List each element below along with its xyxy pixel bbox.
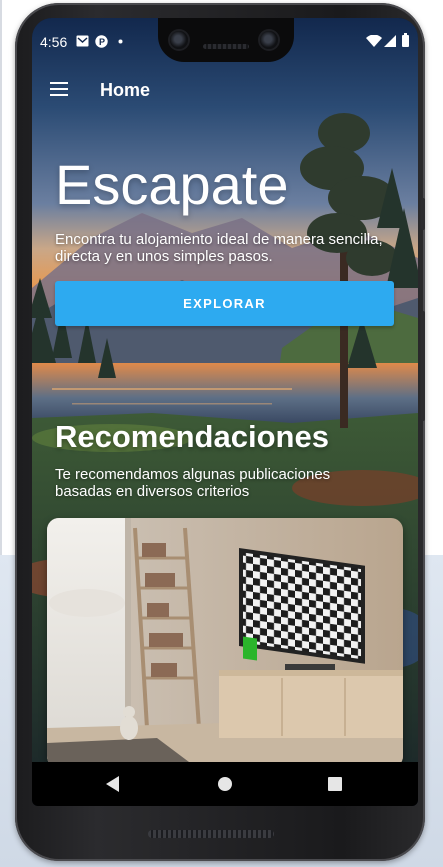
- room-photo-image: [47, 518, 403, 768]
- recents-square-icon[interactable]: [328, 777, 342, 791]
- cell-signal-icon: [384, 35, 396, 47]
- recommendations-subtitle: Te recomendamos algunas publicaciones ba…: [55, 466, 331, 500]
- navigation-bar: [32, 762, 418, 806]
- recommendation-card[interactable]: [47, 518, 403, 768]
- front-camera-right: [260, 31, 278, 49]
- hero-subtitle: Encontra tu alojamiento ideal de manera …: [55, 231, 383, 265]
- svg-text:P: P: [99, 37, 105, 47]
- battery-icon: [402, 33, 409, 47]
- earpiece-speaker: [203, 44, 249, 49]
- phone-screen: 4:56 P Home Escapate Encontra tu alojami…: [32, 18, 418, 806]
- more-notifications-dot-icon: [118, 39, 123, 44]
- app-bar: Home: [32, 62, 418, 118]
- back-triangle-icon[interactable]: [106, 776, 120, 792]
- desktop-window-edge: [0, 0, 2, 555]
- app-bar-title: Home: [100, 80, 151, 100]
- home-circle-icon[interactable]: [218, 777, 232, 791]
- status-time: 4:56: [40, 34, 68, 50]
- power-button: [421, 198, 425, 230]
- mail-notification-icon: [76, 35, 89, 47]
- camera-notch: [158, 18, 294, 62]
- explore-button[interactable]: EXPLORAR: [55, 281, 394, 326]
- front-camera-left: [170, 31, 188, 49]
- recommendations-title: Recomendaciones: [55, 419, 329, 454]
- wifi-icon: [366, 35, 382, 47]
- menu-icon[interactable]: [48, 78, 70, 100]
- volume-button: [421, 311, 425, 421]
- app-notification-icon: P: [95, 35, 108, 48]
- bottom-speaker: [148, 830, 274, 838]
- hero-title: Escapate: [55, 153, 289, 216]
